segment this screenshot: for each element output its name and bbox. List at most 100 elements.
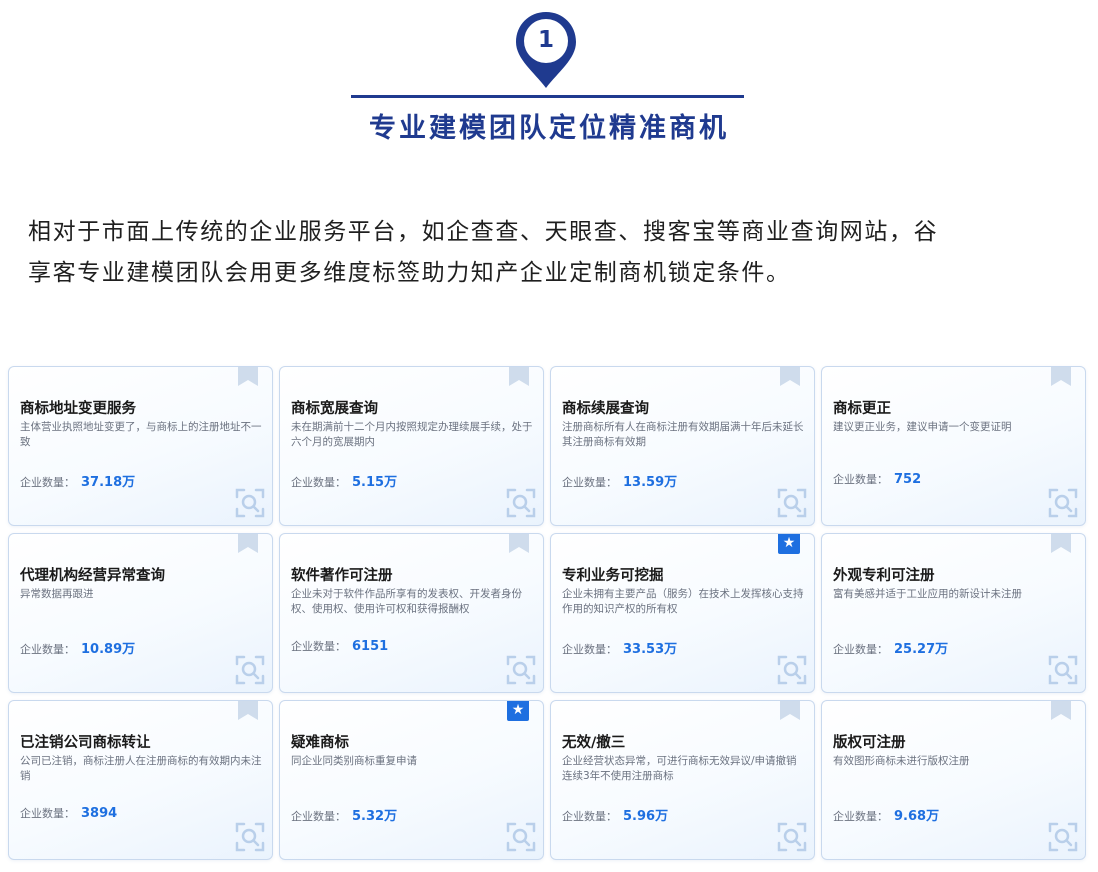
opportunity-card[interactable]: 疑难商标 同企业同类别商标重复申请 企业数量： 5.32万 ★ [279,700,544,860]
opportunity-card[interactable]: 专利业务可挖掘 企业未拥有主要产品（服务）在技术上发挥核心支持作用的知识产权的所… [550,533,815,693]
card-title: 无效/撤三 [562,735,626,751]
company-count-label: 企业数量： [20,807,75,820]
bookmark-icon[interactable] [238,366,258,386]
scan-icon [506,822,536,852]
company-count: 企业数量： 5.15万 [291,471,397,490]
featured-star-icon: ★ [507,701,529,721]
company-count: 企业数量： 33.53万 [562,638,677,657]
opportunity-card[interactable]: 已注销公司商标转让 公司已注销，商标注册人在注册商标的有效期内未注销 企业数量：… [8,700,273,860]
company-count-label: 企业数量： [833,473,888,486]
scan-icon [1048,488,1078,518]
card-description: 富有美感并适于工业应用的新设计未注册 [833,588,1022,600]
opportunity-card[interactable]: 商标更正 建议更正业务，建议申请一个变更证明 企业数量： 752 [821,366,1086,526]
company-count-label: 企业数量： [20,476,75,489]
section-title: 专业建模团队定位精准商机 [369,113,729,144]
company-count: 企业数量： 6151 [291,638,388,654]
card-title: 商标宽展查询 [291,401,378,417]
company-count-label: 企业数量： [20,643,75,656]
card-description: 主体营业执照地址变更了，与商标上的注册地址不一致 [20,421,262,448]
card-title: 疑难商标 [291,735,349,751]
opportunity-card[interactable]: 版权可注册 有效图形商标未进行版权注册 企业数量： 9.68万 [821,700,1086,860]
scan-icon [235,822,265,852]
company-count-value: 37.18万 [81,475,136,490]
bookmark-icon[interactable] [509,366,529,386]
company-count: 企业数量： 5.96万 [562,805,668,824]
card-description: 未在期满前十二个月内按照规定办理续展手续，处于六个月的宽展期内 [291,421,533,448]
card-description: 异常数据再跟进 [20,588,94,600]
card-description: 同企业同类别商标重复申请 [291,755,417,767]
opportunity-card[interactable]: 商标宽展查询 未在期满前十二个月内按照规定办理续展手续，处于六个月的宽展期内 企… [279,366,544,526]
company-count-label: 企业数量： [291,476,346,489]
intro-line: 相对于市面上传统的企业服务平台，如企查查、天眼查、搜客宝等商业查询网站，谷 [28,219,939,245]
scan-icon [1048,822,1078,852]
card-description: 注册商标所有人在商标注册有效期届满十年后未延长其注册商标有效期 [562,421,804,448]
company-count: 企业数量： 3894 [20,805,117,821]
bookmark-icon[interactable] [1051,700,1071,720]
company-count-label: 企业数量： [833,810,888,823]
opportunity-card[interactable]: 商标地址变更服务 主体营业执照地址变更了，与商标上的注册地址不一致 企业数量： 3… [8,366,273,526]
opportunity-card[interactable]: 商标续展查询 注册商标所有人在商标注册有效期届满十年后未延长其注册商标有效期 企… [550,366,815,526]
card-title: 外观专利可注册 [833,568,935,584]
bookmark-icon[interactable] [1051,533,1071,553]
company-count: 企业数量： 25.27万 [833,638,948,657]
card-title: 代理机构经营异常查询 [20,568,165,584]
bookmark-icon[interactable] [238,533,258,553]
featured-star-icon: ★ [778,534,800,554]
card-description: 企业经营状态异常，可进行商标无效异议/申请撤销连续3年不使用注册商标 [562,755,797,782]
scan-icon [777,488,807,518]
scan-icon [506,488,536,518]
company-count-value: 6151 [352,639,389,654]
card-description: 有效图形商标未进行版权注册 [833,755,970,767]
opportunity-card[interactable]: 外观专利可注册 富有美感并适于工业应用的新设计未注册 企业数量： 25.27万 [821,533,1086,693]
bookmark-icon[interactable] [238,700,258,720]
bookmark-icon[interactable] [780,700,800,720]
company-count-value: 5.96万 [623,809,669,824]
step-number: 1 [537,27,554,53]
card-title: 已注销公司商标转让 [20,735,151,751]
scan-icon [777,655,807,685]
company-count-label: 企业数量： [291,640,346,653]
company-count: 企业数量： 9.68万 [833,805,939,824]
card-title: 软件著作可注册 [291,568,393,584]
intro-paragraph: 相对于市面上传统的企业服务平台，如企查查、天眼查、搜客宝等商业查询网站，谷 享客… [28,212,1072,294]
bookmark-icon[interactable] [509,533,529,553]
company-count-value: 10.89万 [81,642,136,657]
bookmark-icon[interactable] [780,366,800,386]
company-count: 企业数量： 752 [833,471,921,487]
card-title: 专利业务可挖掘 [562,568,664,584]
intro-line: 享客专业建模团队会用更多维度标签助力知产企业定制商机锁定条件。 [28,260,791,286]
company-count-value: 9.68万 [894,809,940,824]
company-count: 企业数量： 13.59万 [562,471,677,490]
opportunity-card[interactable]: 无效/撤三 企业经营状态异常，可进行商标无效异议/申请撤销连续3年不使用注册商标… [550,700,815,860]
title-divider [351,95,744,98]
company-count-label: 企业数量： [562,810,617,823]
company-count-label: 企业数量： [562,643,617,656]
card-description: 企业未拥有主要产品（服务）在技术上发挥核心支持作用的知识产权的所有权 [562,588,804,615]
company-count-value: 13.59万 [623,475,678,490]
company-count-value: 5.32万 [352,809,398,824]
company-count-value: 752 [894,472,922,487]
card-description: 企业未对于软件作品所享有的发表权、开发者身份权、使用权、使用许可权和获得报酬权 [291,588,522,615]
scan-icon [506,655,536,685]
card-title: 商标地址变更服务 [20,401,136,417]
card-description: 建议更正业务，建议申请一个变更证明 [833,421,1012,433]
card-description: 公司已注销，商标注册人在注册商标的有效期内未注销 [20,755,262,782]
company-count-value: 25.27万 [894,642,949,657]
company-count-value: 5.15万 [352,475,398,490]
opportunity-card[interactable]: 代理机构经营异常查询 异常数据再跟进 企业数量： 10.89万 [8,533,273,693]
scan-icon [777,822,807,852]
bookmark-icon[interactable] [1051,366,1071,386]
opportunity-card-grid: 商标地址变更服务 主体营业执照地址变更了，与商标上的注册地址不一致 企业数量： 3… [8,366,1088,860]
scan-icon [235,655,265,685]
company-count-label: 企业数量： [562,476,617,489]
company-count-value: 33.53万 [623,642,678,657]
company-count: 企业数量： 10.89万 [20,638,135,657]
card-title: 商标更正 [833,401,891,417]
company-count: 企业数量： 37.18万 [20,471,135,490]
company-count-label: 企业数量： [833,643,888,656]
opportunity-card[interactable]: 软件著作可注册 企业未对于软件作品所享有的发表权、开发者身份权、使用权、使用许可… [279,533,544,693]
scan-icon [235,488,265,518]
card-title: 商标续展查询 [562,401,649,417]
company-count-label: 企业数量： [291,810,346,823]
scan-icon [1048,655,1078,685]
